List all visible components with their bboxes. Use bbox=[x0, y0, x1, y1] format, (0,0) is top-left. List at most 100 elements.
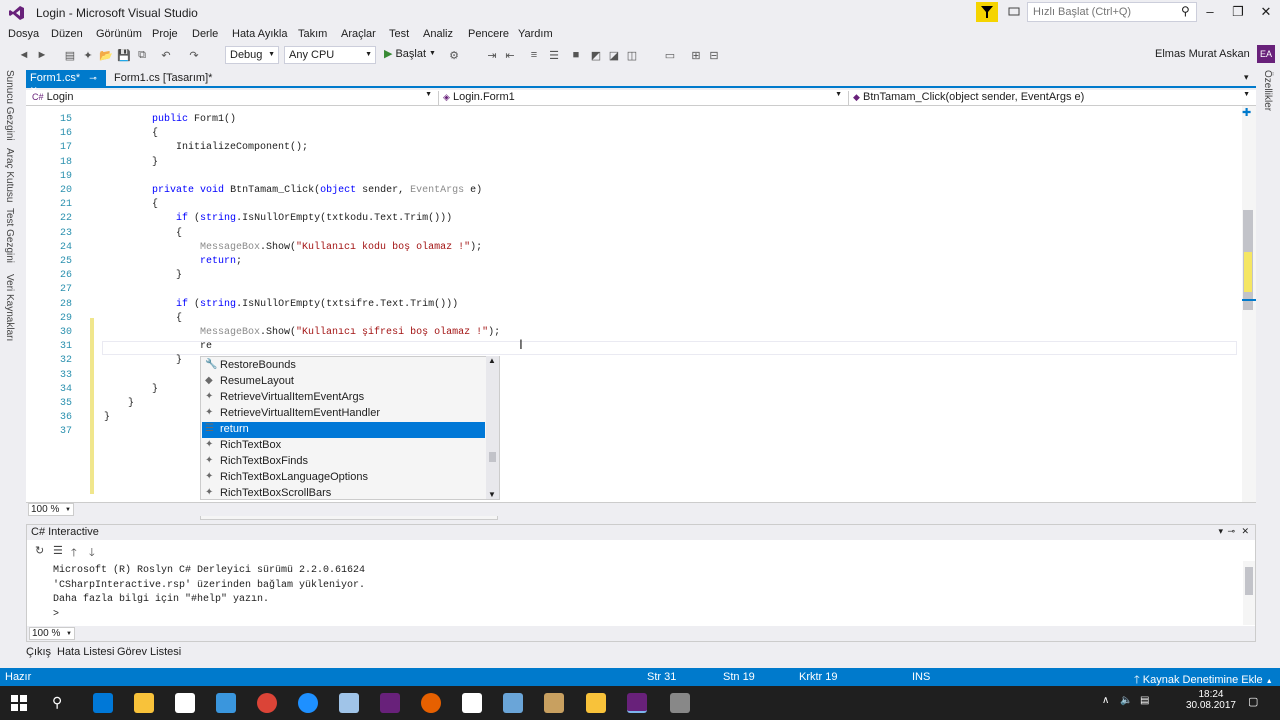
step-over-icon[interactable]: ⇤ bbox=[502, 47, 518, 63]
window-menu-icon[interactable]: ▾ bbox=[1218, 526, 1223, 537]
project-dropdown[interactable]: C# Login ▼ bbox=[28, 91, 434, 105]
code-line[interactable]: return; bbox=[104, 256, 242, 267]
back-icon[interactable]: ◄ bbox=[16, 47, 32, 63]
intellisense-item[interactable]: ✦ RichTextBoxScrollBars bbox=[202, 486, 485, 502]
maximize-button[interactable]: ❐ bbox=[1227, 4, 1249, 22]
save-icon[interactable]: 💾 bbox=[116, 47, 132, 63]
uncomment-icon[interactable]: ⊞ bbox=[688, 47, 704, 63]
quick-launch-input[interactable] bbox=[1027, 2, 1197, 22]
app-icon[interactable] bbox=[503, 693, 523, 713]
visual-studio-active-icon[interactable] bbox=[627, 693, 647, 713]
open-file-icon[interactable]: 📂 bbox=[98, 47, 114, 63]
menu-yardim[interactable]: Yardım bbox=[518, 28, 553, 40]
store-icon[interactable] bbox=[175, 693, 195, 713]
close-button[interactable]: ✕ bbox=[1255, 4, 1277, 22]
history-down-icon[interactable]: 🡓 bbox=[89, 544, 95, 563]
code-line[interactable]: } bbox=[104, 270, 182, 281]
comment-icon[interactable]: ▭ bbox=[662, 47, 678, 63]
code-line[interactable]: { bbox=[104, 199, 158, 210]
tab-form1-designer[interactable]: Form1.cs [Tasarım]* bbox=[110, 70, 230, 88]
notifications-icon[interactable]: ▢ bbox=[1248, 695, 1258, 708]
chrome-icon[interactable] bbox=[257, 693, 277, 713]
code-line[interactable]: { bbox=[104, 128, 158, 139]
mail-icon[interactable] bbox=[462, 693, 482, 713]
code-line[interactable]: MessageBox.Show("Kullanıcı kodu boş olam… bbox=[104, 242, 482, 253]
split-icon[interactable]: ✚ bbox=[1242, 106, 1251, 119]
media-icon[interactable] bbox=[670, 693, 690, 713]
tab-form1-cs[interactable]: Form1.cs* ⊸ ✕ bbox=[26, 70, 106, 95]
code-line[interactable]: private void BtnTamam_Click(object sende… bbox=[104, 185, 482, 196]
undo-icon[interactable]: ↶ bbox=[158, 47, 174, 63]
tools-icon[interactable] bbox=[544, 693, 564, 713]
edge-icon[interactable] bbox=[93, 693, 113, 713]
code-line[interactable]: { bbox=[104, 228, 182, 239]
visual-studio-icon[interactable] bbox=[380, 693, 400, 713]
tab-task-list[interactable]: Görev Listesi bbox=[117, 646, 181, 658]
redo-icon[interactable]: ↷ bbox=[186, 47, 202, 63]
code-line[interactable]: InitializeComponent(); bbox=[104, 142, 308, 153]
notepad-icon[interactable] bbox=[339, 693, 359, 713]
tool-tab-test-explorer[interactable]: Test Gezgini bbox=[4, 208, 15, 263]
code-line[interactable]: MessageBox.Show("Kullanıcı şifresi boş o… bbox=[104, 327, 500, 338]
intellisense-item[interactable]: ✦ RetrieveVirtualItemEventHandler bbox=[202, 406, 485, 422]
notification-filter-icon[interactable] bbox=[976, 2, 998, 22]
editor-zoom-select[interactable]: 100 % ▼ bbox=[28, 503, 74, 516]
tool-tab-server-explorer[interactable]: Sunucu Gezgini bbox=[4, 70, 15, 141]
windows-start-icon[interactable] bbox=[11, 695, 27, 711]
code-line[interactable]: } bbox=[104, 355, 182, 366]
menu-duzen[interactable]: Düzen bbox=[51, 28, 83, 40]
interactive-scrollbar[interactable] bbox=[1243, 561, 1255, 625]
tool-tab-data-sources[interactable]: Veri Kaynakları bbox=[4, 274, 15, 341]
code-line[interactable]: re bbox=[104, 341, 212, 352]
network-icon[interactable]: ▤ bbox=[1140, 695, 1149, 706]
class-dropdown[interactable]: ◈ Login.Form1 ▼ bbox=[438, 91, 844, 105]
taskbar-clock[interactable]: 18:24 30.08.2017 bbox=[1186, 689, 1236, 711]
folder-icon[interactable] bbox=[586, 693, 606, 713]
intellisense-item[interactable]: ✦ RichTextBoxLanguageOptions bbox=[202, 470, 485, 486]
code-line[interactable]: if (string.IsNullOrEmpty(txtsifre.Text.T… bbox=[104, 299, 458, 310]
forward-icon[interactable]: ► bbox=[34, 47, 50, 63]
minimize-button[interactable]: – bbox=[1199, 4, 1221, 22]
menu-pencere[interactable]: Pencere bbox=[468, 28, 509, 40]
code-line[interactable]: } bbox=[104, 412, 110, 423]
search-icon[interactable]: ⚲ bbox=[52, 694, 62, 711]
new-project-icon[interactable]: ▤ bbox=[62, 47, 78, 63]
code-line[interactable]: } bbox=[104, 384, 158, 395]
feedback-icon[interactable] bbox=[1005, 3, 1023, 21]
firefox-icon[interactable] bbox=[421, 693, 441, 713]
menu-gorunum[interactable]: Görünüm bbox=[96, 28, 142, 40]
remote-desktop-icon[interactable] bbox=[216, 693, 236, 713]
clear-bookmarks-icon[interactable]: ◫ bbox=[624, 47, 640, 63]
intellisense-item[interactable]: ☰ return bbox=[202, 422, 485, 438]
toolbox-icon[interactable]: ⊟ bbox=[706, 47, 722, 63]
solution-config-select[interactable]: Debug ▼ bbox=[225, 46, 279, 64]
intellisense-item[interactable]: ◆ ResumeLayout bbox=[202, 374, 485, 390]
bookmark-icon[interactable]: ■ bbox=[568, 47, 584, 63]
code-line[interactable]: if (string.IsNullOrEmpty(txtkodu.Text.Tr… bbox=[104, 213, 452, 224]
menu-proje[interactable]: Proje bbox=[152, 28, 178, 40]
member-dropdown[interactable]: ◆ BtnTamam_Click(object sender, EventArg… bbox=[848, 91, 1252, 105]
step-icon[interactable]: ⇥ bbox=[484, 47, 500, 63]
intellisense-popup[interactable]: 🔧 RestoreBounds ◆ ResumeLayout ✦ RetrieveVirt… bbox=[200, 356, 500, 500]
interactive-zoom-select[interactable]: 100 % ▼ bbox=[29, 627, 75, 640]
tool-tab-properties[interactable]: Özellikler bbox=[1262, 70, 1273, 111]
pin-icon[interactable]: ⊸ bbox=[89, 73, 97, 83]
tab-output[interactable]: Çıkış bbox=[26, 646, 51, 658]
code-line[interactable]: { bbox=[104, 313, 182, 324]
search-icon[interactable]: ⚲ bbox=[1181, 4, 1190, 18]
save-all-icon[interactable]: ⧉ bbox=[134, 47, 150, 63]
clear-icon[interactable]: ☰ bbox=[53, 544, 63, 557]
intellisense-item[interactable]: ✦ RichTextBox bbox=[202, 438, 485, 454]
browser-link-icon[interactable]: ⚙ bbox=[446, 47, 462, 63]
code-line[interactable]: } bbox=[104, 157, 158, 168]
tab-error-list[interactable]: Hata Listesi bbox=[57, 646, 114, 658]
avatar[interactable]: EA bbox=[1257, 45, 1275, 63]
tray-chevron-icon[interactable]: ∧ bbox=[1102, 695, 1109, 706]
new-item-icon[interactable]: ✦ bbox=[80, 47, 96, 63]
reset-icon[interactable]: ↻ bbox=[35, 544, 44, 557]
code-line[interactable]: } bbox=[104, 398, 134, 409]
menu-dosya[interactable]: Dosya bbox=[8, 28, 39, 40]
code-line[interactable]: public Form1() bbox=[104, 114, 236, 125]
menu-takim[interactable]: Takım bbox=[298, 28, 327, 40]
tab-overflow-icon[interactable]: ▾ bbox=[1244, 72, 1249, 83]
